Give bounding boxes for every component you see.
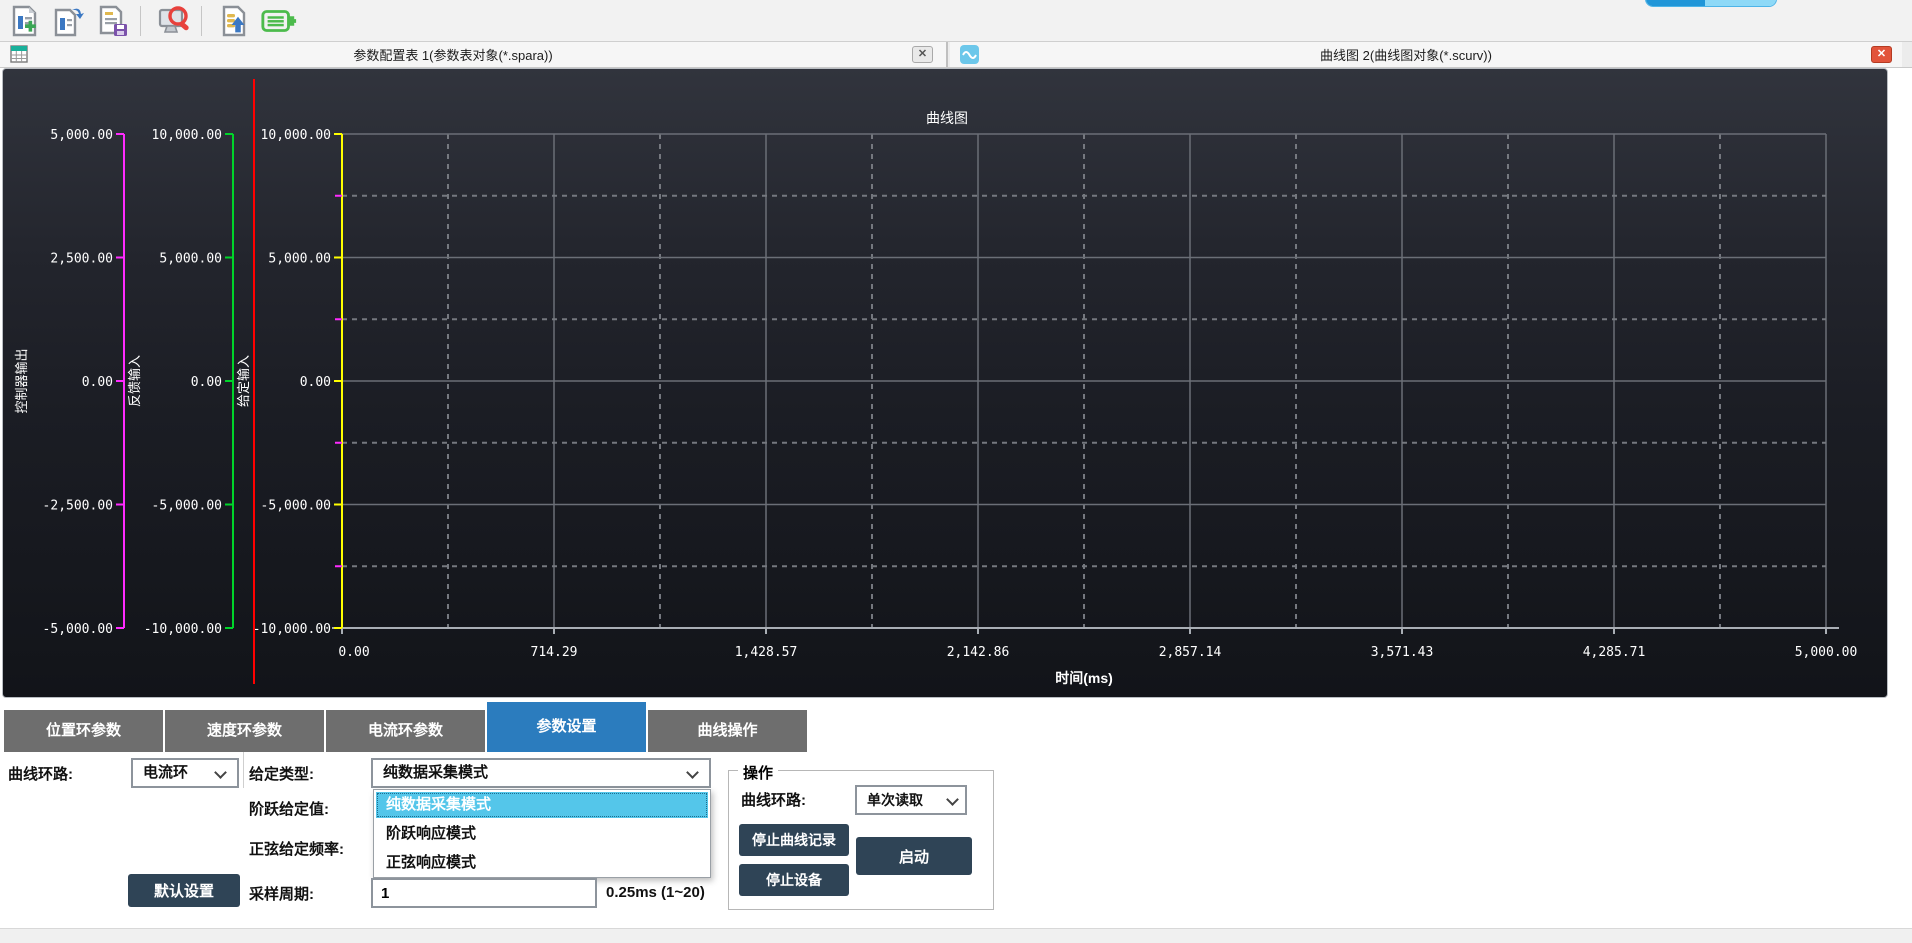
svg-text:-5,000.00: -5,000.00 <box>43 622 113 637</box>
stop-curve-record-button[interactable]: 停止曲线记录 <box>739 824 849 856</box>
sample-period-label: 采样周期: <box>249 883 314 904</box>
svg-text:时间(ms): 时间(ms) <box>1055 670 1113 686</box>
sample-period-hint: 0.25ms (1~20) <box>606 884 705 901</box>
sine-freq-label: 正弦给定频率: <box>249 838 344 859</box>
option-step-response[interactable]: 阶跃响应模式 <box>376 821 708 847</box>
svg-text:1,428.57: 1,428.57 <box>735 645 798 660</box>
svg-text:5,000.00: 5,000.00 <box>50 128 113 143</box>
svg-text:4,285.71: 4,285.71 <box>1583 645 1646 660</box>
tab-speed-loop-params[interactable]: 速度环参数 <box>165 710 324 752</box>
svg-text:5,000.00: 5,000.00 <box>159 252 222 267</box>
stop-device-button[interactable]: 停止设备 <box>739 864 849 896</box>
op-curve-loop-value: 单次读取 <box>867 792 923 808</box>
start-button[interactable]: 启动 <box>856 837 972 875</box>
device-search-icon[interactable] <box>155 3 193 39</box>
curve-loop-select[interactable]: 电流环 <box>131 758 239 788</box>
close-icon[interactable]: ✕ <box>1871 46 1892 63</box>
svg-text:10,000.00: 10,000.00 <box>261 128 331 143</box>
chevron-down-icon <box>946 793 959 806</box>
chevron-down-icon <box>214 766 227 779</box>
upload-params-icon[interactable] <box>216 3 254 39</box>
svg-text:-10,000.00: -10,000.00 <box>253 622 331 637</box>
close-icon[interactable]: ✕ <box>912 46 933 63</box>
toolbar-separator <box>140 6 141 36</box>
motor-icon[interactable] <box>260 3 298 39</box>
svg-text:反馈输入: 反馈输入 <box>127 355 142 407</box>
svg-text:2,857.14: 2,857.14 <box>1159 645 1222 660</box>
svg-text:714.29: 714.29 <box>531 645 578 660</box>
svg-text:2,500.00: 2,500.00 <box>50 252 113 267</box>
tab-parameter-table[interactable]: 参数配置表 1(参数表对象(*.spara)) ✕ <box>0 42 948 67</box>
svg-text:-5,000.00: -5,000.00 <box>261 499 331 514</box>
window-toggle-track <box>1705 0 1777 6</box>
import-table-icon[interactable] <box>50 3 88 39</box>
svg-text:3,571.43: 3,571.43 <box>1371 645 1434 660</box>
window-toggle[interactable] <box>1645 0 1777 7</box>
svg-text:5,000.00: 5,000.00 <box>1795 645 1858 660</box>
svg-text:0.00: 0.00 <box>191 375 222 390</box>
toolbar-separator <box>201 6 202 36</box>
svg-text:0.00: 0.00 <box>82 375 113 390</box>
chevron-down-icon <box>686 766 699 779</box>
tab-title: 参数配置表 1(参数表对象(*.spara)) <box>0 45 906 64</box>
svg-text:曲线图: 曲线图 <box>926 110 968 126</box>
svg-text:控制器输出: 控制器输出 <box>14 348 29 413</box>
step-given-label: 阶跃给定值: <box>249 798 329 819</box>
svg-text:10,000.00: 10,000.00 <box>152 128 222 143</box>
tab-current-loop-params[interactable]: 电流环参数 <box>326 710 485 752</box>
option-sine-response[interactable]: 正弦响应模式 <box>376 850 708 876</box>
given-type-value: 纯数据采集模式 <box>383 764 488 781</box>
toolbar <box>0 0 1912 42</box>
tab-curve-operations[interactable]: 曲线操作 <box>648 710 807 752</box>
svg-text:0.00: 0.00 <box>300 375 331 390</box>
window-toggle-knob <box>1646 0 1705 6</box>
tab-title: 曲线图 2(曲线图对象(*.scurv)) <box>950 45 1862 64</box>
document-tab-bar: 参数配置表 1(参数表对象(*.spara)) ✕ 曲线图 2(曲线图对象(*.… <box>0 42 1912 68</box>
tab-position-loop-params[interactable]: 位置环参数 <box>4 710 163 752</box>
svg-text:5,000.00: 5,000.00 <box>268 252 331 267</box>
new-table-icon[interactable] <box>6 3 44 39</box>
curve-loop-value: 电流环 <box>143 764 188 781</box>
svg-text:-5,000.00: -5,000.00 <box>152 499 222 514</box>
svg-text:-2,500.00: -2,500.00 <box>43 499 113 514</box>
operation-group-title: 操作 <box>738 762 778 783</box>
default-settings-button[interactable]: 默认设置 <box>128 874 240 907</box>
op-curve-loop-select[interactable]: 单次读取 <box>855 785 967 815</box>
option-pure-data-capture[interactable]: 纯数据采集模式 <box>376 792 708 818</box>
svg-text:-10,000.00: -10,000.00 <box>144 622 222 637</box>
tab-curve-chart[interactable]: 曲线图 2(曲线图对象(*.scurv)) ✕ <box>950 42 1902 67</box>
given-type-label: 给定类型: <box>249 763 314 784</box>
given-type-select[interactable]: 纯数据采集模式 <box>371 758 711 788</box>
svg-text:0.00: 0.00 <box>338 645 369 660</box>
save-table-icon[interactable] <box>94 3 132 39</box>
op-curve-loop-label: 曲线环路: <box>741 789 806 810</box>
curve-loop-label: 曲线环路: <box>8 763 73 784</box>
given-type-dropdown-list: 纯数据采集模式 阶跃响应模式 正弦响应模式 <box>373 789 711 878</box>
svg-text:给定输入: 给定输入 <box>236 355 251 407</box>
form-divider <box>243 752 244 788</box>
sample-period-input[interactable] <box>371 878 597 908</box>
svg-text:2,142.86: 2,142.86 <box>947 645 1010 660</box>
curve-chart: 0.00 714.29 1,428.57 2,142.86 2,857.14 3,571.… <box>2 68 1888 698</box>
status-bar <box>0 928 1912 943</box>
curve-chart-canvas: 0.00 714.29 1,428.57 2,142.86 2,857.14 3,571.… <box>3 69 1887 697</box>
tab-parameter-settings[interactable]: 参数设置 <box>487 702 646 752</box>
